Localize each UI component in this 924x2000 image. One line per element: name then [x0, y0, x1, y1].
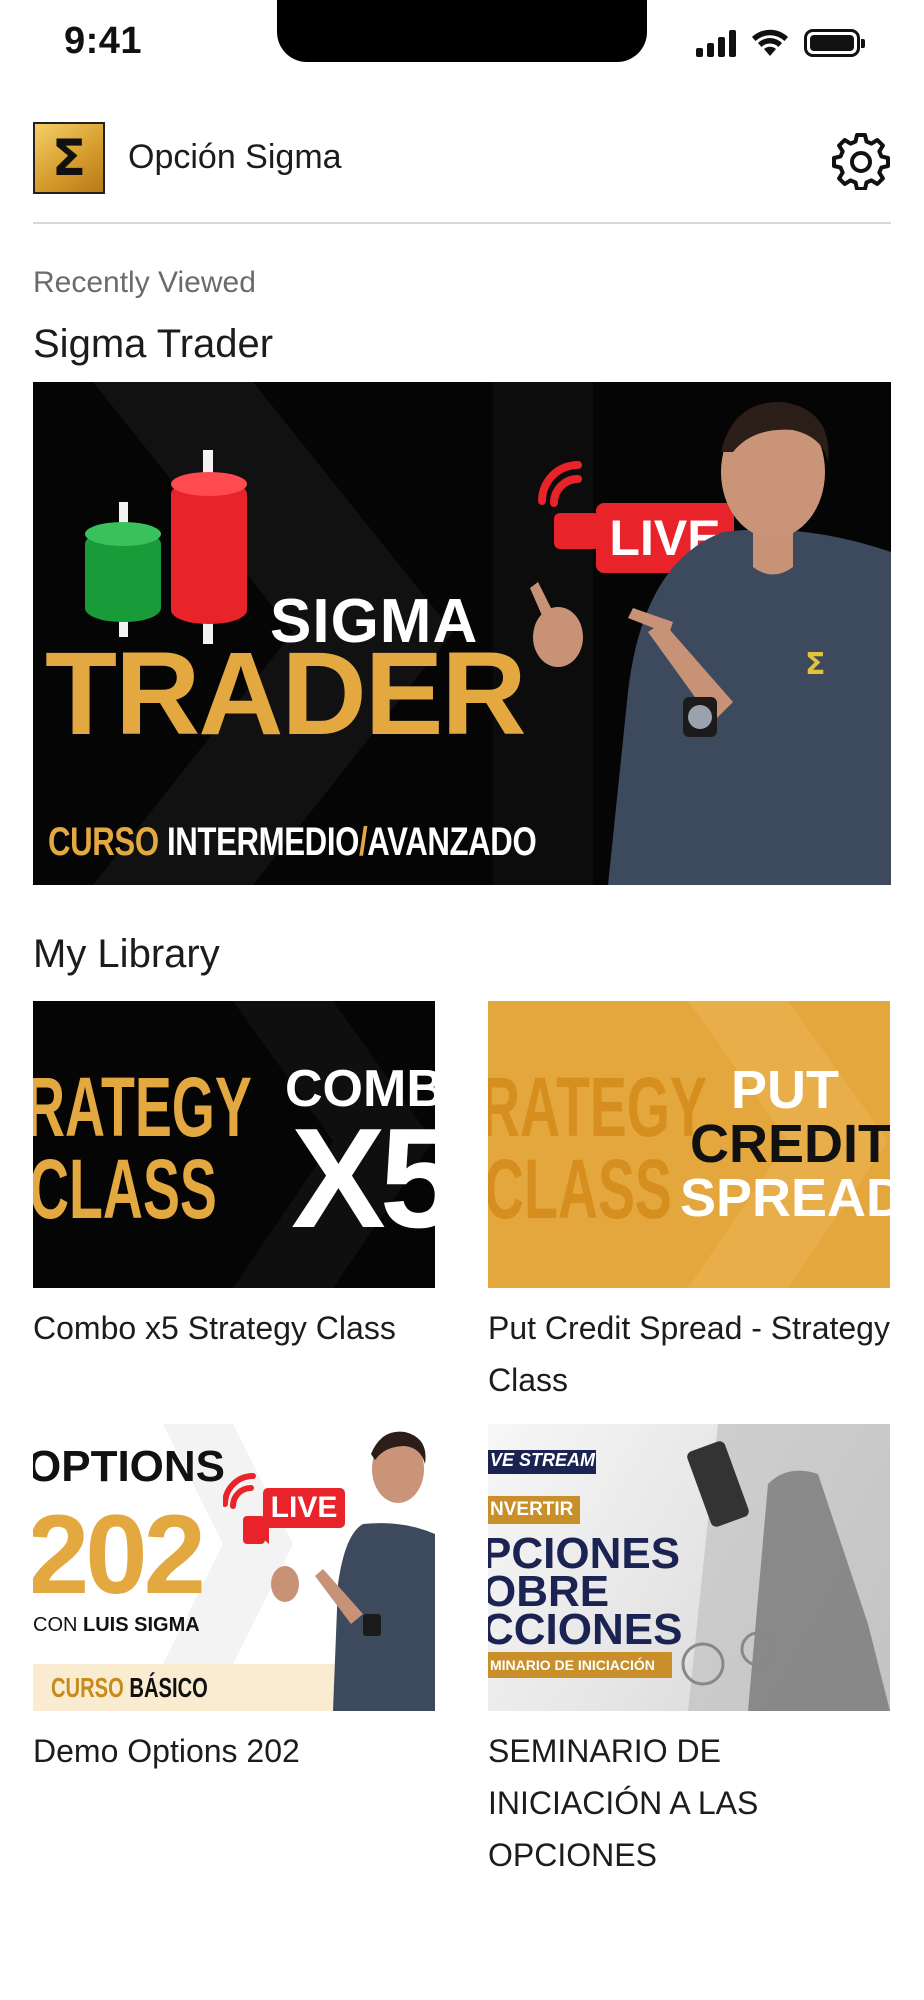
library-item-title: SEMINARIO DE INICIACIÓN A LAS OPCIONES	[488, 1733, 759, 1873]
library-item-title: Combo x5 Strategy Class	[33, 1310, 396, 1346]
device-notch	[277, 0, 647, 62]
svg-text:Σ: Σ	[805, 647, 826, 682]
wifi-icon	[752, 29, 788, 56]
recent-course-thumbnail[interactable]: SIGMA TRADER CURSO INTERMEDIO/AVANZADO L…	[33, 382, 891, 885]
library-item[interactable]: VE STREAM NVERTIR PCIONES OBRE CCIONES M…	[488, 1424, 890, 1881]
thumbnail-strip: MINARIO DE INICIACIÓN	[488, 1652, 672, 1678]
thumbnail-word-put: PUT	[731, 1060, 839, 1120]
thumbnail-word-spread: SPREAD	[680, 1168, 890, 1228]
thumbnail-word-credit: CREDIT	[690, 1114, 890, 1174]
gear-icon[interactable]	[831, 130, 891, 190]
thumbnail-text-line2: CLASS	[33, 1142, 217, 1236]
recent-course-title: Sigma Trader	[33, 322, 274, 366]
battery-icon	[804, 29, 865, 57]
my-library-title: My Library	[33, 932, 220, 976]
header-divider	[33, 222, 891, 224]
thumbnail-word-big: X5	[291, 1099, 435, 1258]
instructor-photo: Σ	[530, 401, 891, 885]
status-time: 9:41	[64, 20, 143, 62]
instructor-photo	[271, 1431, 435, 1711]
thumbnail-stream-tag: VE STREAM	[488, 1450, 596, 1474]
library-item[interactable]: OPTIONS 202 CON LUIS SIGMA CURSO BÁSICO …	[33, 1424, 435, 1777]
library-item-thumbnail: RATEGY CLASS COMB X5	[33, 1001, 435, 1288]
app-title: Opción Sigma	[128, 138, 342, 176]
library-item[interactable]: RATEGY CLASS PUT CREDIT SPREAD Put Credi…	[488, 1001, 890, 1406]
library-item-thumbnail: RATEGY CLASS PUT CREDIT SPREAD	[488, 1001, 890, 1288]
cellular-signal-icon	[696, 29, 736, 57]
app-header: Σ Opción Sigma	[33, 122, 891, 196]
thumbnail-text-line2: CLASS	[488, 1142, 672, 1236]
thumbnail-sub-tag: NVERTIR	[488, 1496, 580, 1524]
library-item[interactable]: RATEGY CLASS COMB X5 Combo x5 Strategy C…	[33, 1001, 435, 1354]
library-item-thumbnail: VE STREAM NVERTIR PCIONES OBRE CCIONES M…	[488, 1424, 890, 1711]
library-item-title: Put Credit Spread - Strategy Class	[488, 1310, 890, 1398]
app-logo[interactable]: Σ	[33, 122, 105, 194]
recently-viewed-label: Recently Viewed	[33, 266, 256, 299]
library-item-thumbnail: OPTIONS 202 CON LUIS SIGMA CURSO BÁSICO …	[33, 1424, 435, 1711]
status-icons	[696, 28, 865, 58]
library-item-title: Demo Options 202	[33, 1733, 300, 1769]
thumbnail-text-line3: CCIONES	[488, 1605, 683, 1654]
status-bar: 9:41	[0, 0, 924, 84]
logo-sigma-glyph: Σ	[51, 129, 87, 187]
